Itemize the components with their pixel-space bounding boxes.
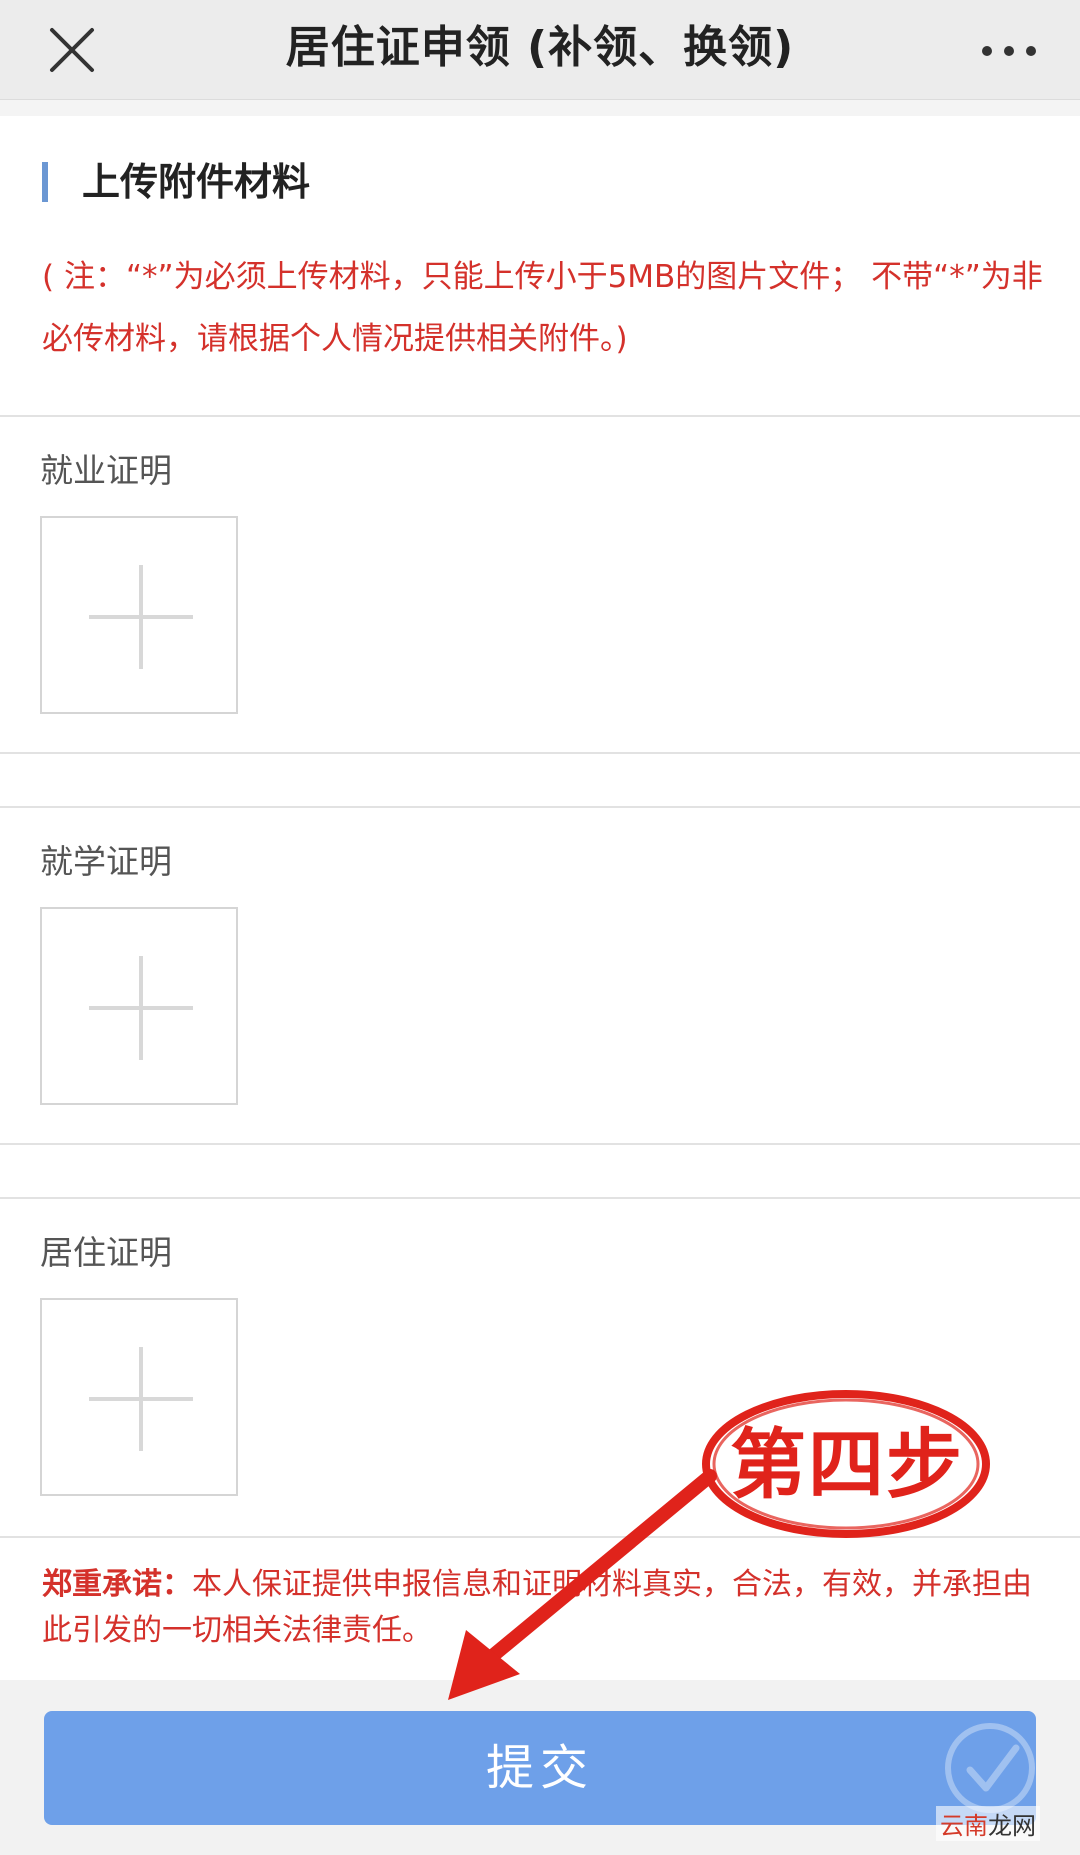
section-accent-bar [42, 162, 48, 202]
upload-button-employment[interactable] [40, 516, 238, 714]
more-button[interactable] [980, 30, 1040, 70]
plus-icon [139, 956, 143, 1060]
pledge-text: 郑重承诺：本人保证提供申报信息和证明材料真实，合法，有效，并承担由此引发的一切相… [42, 1562, 1042, 1654]
divider [0, 806, 1080, 808]
attachments-section-header: 上传附件材料 ( 注：“*”为必须上传材料，只能上传小于5MB的图片文件； 不带… [0, 116, 1080, 416]
more-dots-icon [1026, 46, 1036, 56]
close-icon [50, 28, 94, 72]
upload-label: 就学证明 [40, 842, 172, 881]
step-annotation-label: 第四步 [730, 1420, 964, 1509]
upload-button-residence[interactable] [40, 1298, 238, 1496]
close-button[interactable] [44, 22, 100, 78]
upload-label: 就业证明 [40, 451, 172, 490]
divider [0, 752, 1080, 754]
divider [0, 1197, 1080, 1199]
plus-icon [139, 565, 143, 669]
upload-note: ( 注：“*”为必须上传材料，只能上传小于5MB的图片文件； 不带“*”为非必传… [42, 259, 1043, 357]
upload-label: 居住证明 [40, 1233, 172, 1272]
upload-button-study[interactable] [40, 907, 238, 1105]
site-watermark: 云南龙网 [936, 1806, 1040, 1841]
upload-section-study: 就学证明 [0, 809, 1080, 1143]
section-title: 上传附件材料 [82, 160, 311, 204]
nav-bar: 居住证申领 (补领、换领) [0, 0, 1080, 100]
more-dots-icon [1004, 46, 1014, 56]
more-dots-icon [982, 46, 992, 56]
pledge-label: 郑重承诺： [42, 1567, 192, 1602]
upload-section-employment: 就业证明 [0, 418, 1080, 752]
page-title: 居住证申领 (补领、换领) [285, 22, 795, 73]
divider [0, 1143, 1080, 1145]
divider [0, 1536, 1080, 1538]
header-gap [0, 100, 1080, 116]
app-screen: 居住证申领 (补领、换领) 上传附件材料 ( 注：“*”为必须上传材料，只能上传… [0, 0, 1080, 1855]
divider [0, 415, 1080, 417]
plus-icon [139, 1347, 143, 1451]
submit-button[interactable]: 提交 [44, 1711, 1036, 1825]
